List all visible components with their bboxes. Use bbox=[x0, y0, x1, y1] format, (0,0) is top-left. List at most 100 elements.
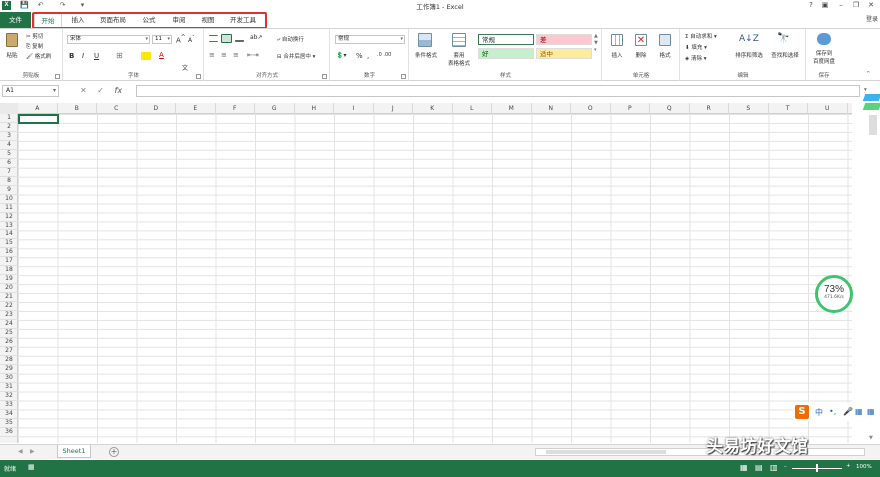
wrap-text-button[interactable]: ⤶ 自动换行 bbox=[277, 35, 304, 44]
row-header[interactable]: 4 bbox=[0, 141, 18, 150]
column-header[interactable]: Q bbox=[650, 103, 690, 114]
align-middle-icon[interactable] bbox=[221, 34, 232, 43]
row-header[interactable]: 13 bbox=[0, 222, 18, 231]
page-break-view-icon[interactable]: ▥ bbox=[770, 463, 778, 472]
conditional-format-button[interactable]: 条件格式 bbox=[412, 51, 440, 59]
restore-icon[interactable]: ❐ bbox=[849, 0, 863, 10]
keyboard-icon[interactable]: ▦ bbox=[855, 407, 863, 416]
copy-button[interactable]: ⎘ 复制 bbox=[26, 42, 43, 51]
collapse-ribbon-icon[interactable]: ^ bbox=[866, 71, 871, 77]
row-header[interactable]: 5 bbox=[0, 150, 18, 159]
currency-icon[interactable]: 💲▾ bbox=[336, 52, 346, 59]
align-bottom-icon[interactable] bbox=[235, 35, 244, 42]
cut-button[interactable]: ✂ 剪切 bbox=[26, 32, 43, 40]
row-header[interactable]: 33 bbox=[0, 401, 18, 410]
format-as-table-button[interactable]: 套用 表格格式 bbox=[444, 51, 474, 67]
fill-button[interactable]: ⬇ 填充 ▾ bbox=[685, 43, 707, 51]
style-bad[interactable]: 差 bbox=[536, 34, 592, 45]
indent-icon[interactable]: ⇤⇥ bbox=[247, 51, 259, 59]
ime-toolbar[interactable]: S 中 •, 🎤 ▦ ▦ bbox=[793, 403, 880, 421]
row-header[interactable]: 34 bbox=[0, 410, 18, 419]
help-icon[interactable]: ? bbox=[804, 0, 818, 10]
row-header[interactable]: 7 bbox=[0, 168, 18, 177]
column-header[interactable]: M bbox=[492, 103, 532, 114]
next-sheet-icon[interactable]: ▶ bbox=[30, 448, 35, 455]
row-header[interactable]: 21 bbox=[0, 293, 18, 303]
align-left-icon[interactable]: ≡ bbox=[209, 51, 215, 59]
styles-scroll-icon[interactable]: ▲ ▼ ▾ bbox=[594, 33, 598, 54]
column-header[interactable]: U bbox=[808, 103, 848, 114]
fx-icon[interactable]: fx bbox=[115, 86, 123, 95]
tab-file[interactable]: 文件 bbox=[0, 12, 31, 28]
row-header[interactable]: 30 bbox=[0, 374, 18, 383]
select-all-corner[interactable] bbox=[0, 103, 18, 114]
row-header[interactable]: 16 bbox=[0, 248, 18, 258]
page-layout-view-icon[interactable]: ▤ bbox=[755, 463, 763, 472]
row-header[interactable]: 15 bbox=[0, 239, 18, 249]
insert-cells-button[interactable]: 插入 bbox=[607, 51, 627, 59]
vertical-scrollbar[interactable]: ▲ ▼ bbox=[866, 103, 880, 443]
row-header[interactable]: 14 bbox=[0, 230, 18, 240]
row-header[interactable]: 17 bbox=[0, 257, 18, 267]
row-header[interactable]: 12 bbox=[0, 213, 18, 222]
row-header[interactable]: 29 bbox=[0, 365, 18, 374]
enter-icon[interactable]: ✓ bbox=[97, 86, 104, 95]
column-header[interactable]: H bbox=[295, 103, 334, 114]
column-header[interactable]: T bbox=[769, 103, 808, 114]
row-header[interactable]: 31 bbox=[0, 383, 18, 392]
floating-widget-icon[interactable] bbox=[862, 92, 880, 120]
row-header[interactable]: 10 bbox=[0, 195, 18, 204]
number-format-select[interactable]: 常规 bbox=[335, 35, 405, 44]
zoom-slider-thumb[interactable] bbox=[816, 464, 818, 472]
style-normal[interactable]: 常规 bbox=[478, 34, 534, 45]
zoom-out-icon[interactable]: – bbox=[784, 464, 787, 470]
ribbon-display-icon[interactable]: ▣ bbox=[818, 0, 832, 10]
alignment-launcher-icon[interactable] bbox=[322, 74, 327, 79]
scroll-down-icon[interactable]: ▼ bbox=[869, 435, 873, 441]
clear-button[interactable]: ◈ 清除 ▾ bbox=[685, 54, 707, 62]
column-header[interactable]: B bbox=[58, 103, 97, 114]
column-header[interactable]: L bbox=[453, 103, 492, 114]
align-center-icon[interactable]: ≡ bbox=[221, 51, 227, 59]
row-header[interactable]: 1 bbox=[0, 114, 18, 123]
style-good[interactable]: 好 bbox=[478, 48, 534, 59]
cancel-icon[interactable]: ✕ bbox=[80, 86, 87, 95]
format-painter-button[interactable]: 🖌 格式刷 bbox=[26, 52, 51, 60]
add-sheet-button[interactable]: + bbox=[109, 447, 119, 457]
row-header[interactable]: 28 bbox=[0, 356, 18, 365]
column-header[interactable]: D bbox=[137, 103, 176, 114]
font-color-icon[interactable]: A bbox=[159, 51, 164, 59]
style-neutral[interactable]: 适中 bbox=[536, 48, 592, 59]
network-speed-widget[interactable]: 73% 471.6K/s bbox=[815, 275, 853, 313]
row-header[interactable]: 19 bbox=[0, 275, 18, 285]
underline-button[interactable]: U bbox=[94, 52, 99, 60]
format-cells-button[interactable]: 格式 bbox=[655, 51, 675, 59]
save-to-baidu-button[interactable]: 保存到 百度网盘 bbox=[807, 49, 841, 65]
column-header[interactable]: F bbox=[216, 103, 255, 114]
login-link[interactable]: 登录 bbox=[866, 14, 878, 23]
column-header[interactable]: J bbox=[374, 103, 413, 114]
number-launcher-icon[interactable] bbox=[401, 74, 406, 79]
row-header[interactable]: 9 bbox=[0, 186, 18, 195]
ime-lang-toggle[interactable]: 中 bbox=[815, 407, 823, 418]
merge-center-button[interactable]: ⊟ 合并后居中 ▾ bbox=[277, 52, 315, 60]
formula-input[interactable] bbox=[136, 85, 860, 97]
sort-filter-button[interactable]: 排序和筛选 bbox=[731, 51, 767, 59]
delete-cells-button[interactable]: 删除 bbox=[631, 51, 651, 59]
sheet-tab-sheet1[interactable]: Sheet1 bbox=[57, 445, 91, 458]
border-icon[interactable]: ⊞ bbox=[116, 51, 123, 60]
row-header[interactable]: 26 bbox=[0, 338, 18, 347]
toolbox-icon[interactable]: ▦ bbox=[867, 407, 875, 416]
row-header[interactable]: 18 bbox=[0, 266, 18, 276]
column-header[interactable]: A bbox=[18, 103, 58, 114]
autosum-button[interactable]: Σ 自动求和 ▾ bbox=[685, 32, 717, 40]
column-header[interactable]: N bbox=[532, 103, 571, 114]
row-header[interactable]: 20 bbox=[0, 284, 18, 294]
horizontal-scrollbar[interactable] bbox=[535, 448, 865, 456]
row-header[interactable]: 35 bbox=[0, 419, 18, 428]
column-header[interactable]: K bbox=[413, 103, 453, 114]
normal-view-icon[interactable]: ▦ bbox=[740, 463, 748, 472]
column-header[interactable]: P bbox=[611, 103, 650, 114]
row-header[interactable]: 24 bbox=[0, 320, 18, 330]
row-header[interactable]: 6 bbox=[0, 159, 18, 168]
